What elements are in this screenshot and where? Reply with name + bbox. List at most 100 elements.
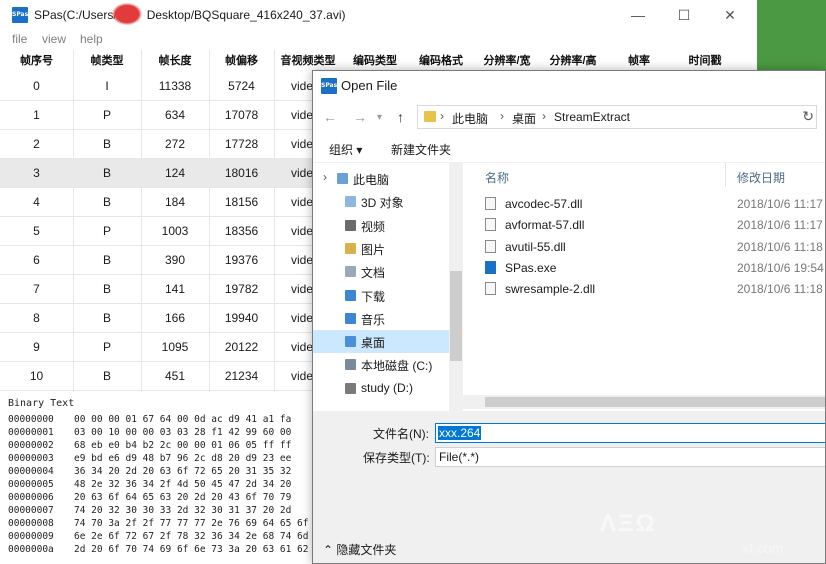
table-cell: 17728 bbox=[224, 137, 259, 151]
menu-view[interactable]: view bbox=[42, 32, 66, 46]
navigation-pane: › 此电脑 3D 对象 视频图片文档下载音乐 桌面 本地磁盘 (C:) study (D:) bbox=[313, 163, 463, 413]
nav-item[interactable]: 下载 bbox=[313, 284, 449, 307]
expand-chevron-icon[interactable]: › bbox=[323, 170, 327, 184]
table-cell: 18156 bbox=[224, 195, 259, 209]
table-cell: 141 bbox=[164, 282, 186, 296]
dialog-titlebar[interactable]: SPas Open File bbox=[313, 71, 825, 101]
hex-bytes: 68 eb e0 b4 b2 2c 00 00 01 06 05 ff ff bbox=[74, 440, 292, 451]
nav-item-label: 此电脑 bbox=[353, 173, 390, 187]
nav-item[interactable]: 文档 bbox=[313, 260, 449, 283]
nav-item[interactable]: 图片 bbox=[313, 237, 449, 260]
nav-item[interactable]: 音乐 bbox=[313, 307, 449, 330]
chevron-right-icon[interactable]: › bbox=[440, 109, 444, 123]
table-cell: vide bbox=[291, 253, 314, 267]
table-cell: vide bbox=[291, 369, 314, 383]
table-cell: vide bbox=[291, 224, 314, 238]
breadcrumb-streamextract[interactable]: StreamExtract bbox=[554, 110, 630, 124]
table-cell: 451 bbox=[164, 369, 186, 383]
col-header-frame-length[interactable]: 帧长度 bbox=[141, 50, 209, 72]
hex-bytes: 36 34 20 2d 20 63 6f 72 65 20 31 35 32 bbox=[74, 466, 292, 477]
col-header-width[interactable]: 分辨率/宽 bbox=[474, 50, 540, 72]
menu-help[interactable]: help bbox=[80, 32, 103, 46]
file-date: 2018/10/6 19:54 bbox=[737, 260, 824, 275]
spas-titlebar[interactable]: SPas SPas(C:/Users/Desktop/BQSquare_416x… bbox=[0, 0, 757, 30]
up-arrow-icon[interactable]: ↑ bbox=[397, 109, 404, 125]
nav-item[interactable]: 视频 bbox=[313, 214, 449, 237]
nav-item-icon bbox=[345, 382, 356, 394]
dialog-app-icon: SPas bbox=[321, 78, 337, 94]
nav-item-label: 下载 bbox=[361, 289, 386, 304]
col-header-frame-index[interactable]: 帧序号 bbox=[0, 50, 73, 72]
col-header-name[interactable]: 名称 bbox=[485, 169, 509, 186]
breadcrumb-desktop[interactable]: 桌面 bbox=[512, 110, 536, 127]
address-bar[interactable]: › 此电脑 › 桌面 › StreamExtract ↻ bbox=[417, 105, 817, 129]
col-header-timestamp[interactable]: 时间戳 bbox=[672, 50, 738, 72]
filetype-value: File(*.*) bbox=[439, 450, 480, 464]
hex-bytes: e9 bd e6 d9 48 b7 96 2c d8 20 d9 23 ee bbox=[74, 453, 292, 464]
hex-bytes: 03 00 10 00 00 03 03 28 f1 42 99 60 00 bbox=[74, 427, 292, 438]
filename-input[interactable]: xxx.264 bbox=[435, 423, 825, 443]
hex-offset: 0000000a bbox=[8, 544, 54, 555]
filetype-select[interactable]: File(*.*) bbox=[435, 447, 825, 467]
hex-offset: 00000002 bbox=[8, 440, 54, 451]
table-cell: vide bbox=[291, 137, 314, 151]
nav-item[interactable]: 桌面 bbox=[313, 330, 449, 354]
nav-item[interactable]: 3D 对象 bbox=[313, 190, 449, 213]
nav-item-label: 图片 bbox=[361, 242, 386, 257]
watermark-site: xf.com bbox=[742, 540, 784, 556]
nav-item[interactable]: › 此电脑 bbox=[313, 167, 449, 190]
recent-dropdown-icon[interactable]: ▾ bbox=[377, 112, 382, 123]
nav-item[interactable]: study (D:) bbox=[313, 377, 449, 400]
col-header-codec-format[interactable]: 编码格式 bbox=[408, 50, 474, 72]
refresh-icon[interactable]: ↻ bbox=[802, 108, 814, 125]
table-cell: 19782 bbox=[224, 282, 259, 296]
table-cell: 11338 bbox=[158, 79, 192, 93]
hide-folders-toggle[interactable]: ⌃ 隐藏文件夹 bbox=[323, 541, 396, 558]
file-item[interactable]: avformat-57.dll 2018/10/6 11:17 bbox=[473, 214, 825, 235]
table-cell: 634 bbox=[164, 108, 186, 122]
nav-scrollbar-thumb[interactable] bbox=[450, 271, 462, 361]
col-header-frame-type[interactable]: 帧类型 bbox=[73, 50, 141, 72]
nav-item-icon bbox=[345, 359, 356, 371]
table-cell: B bbox=[102, 253, 111, 267]
table-cell: P bbox=[102, 224, 111, 238]
file-item[interactable]: SPas.exe 2018/10/6 19:54 bbox=[473, 257, 825, 278]
dll-file-icon bbox=[485, 218, 496, 232]
new-folder-button[interactable]: 新建文件夹 bbox=[391, 141, 451, 158]
chevron-right-icon[interactable]: › bbox=[542, 109, 546, 123]
organize-button[interactable]: 组织 ▾ bbox=[329, 141, 362, 158]
forward-arrow-icon[interactable]: → bbox=[353, 109, 367, 125]
chevron-right-icon[interactable]: › bbox=[500, 109, 504, 123]
col-header-frame-offset[interactable]: 帧偏移 bbox=[209, 50, 274, 72]
file-list-hscrollbar-thumb[interactable] bbox=[485, 397, 825, 407]
col-header-codec-type[interactable]: 编码类型 bbox=[342, 50, 408, 72]
breadcrumb-this-pc[interactable]: 此电脑 bbox=[452, 110, 488, 127]
minimize-button[interactable]: — bbox=[615, 0, 661, 30]
title-path-suffix: Desktop/BQSquare_416x240_37.avi) bbox=[146, 8, 346, 22]
dll-file-icon bbox=[485, 197, 496, 210]
nav-item-icon bbox=[337, 173, 348, 184]
redaction-scribble bbox=[112, 3, 142, 25]
hex-offset: 00000009 bbox=[8, 531, 54, 542]
table-cell: I bbox=[105, 79, 109, 93]
maximize-button[interactable]: ☐ bbox=[661, 0, 707, 30]
file-item[interactable]: swresample-2.dll 2018/10/6 11:18 bbox=[473, 278, 825, 299]
menu-file[interactable]: file bbox=[12, 32, 27, 46]
back-arrow-icon[interactable]: ← bbox=[323, 109, 337, 125]
hex-bytes: 74 20 32 30 30 33 2d 32 30 31 37 20 2d bbox=[74, 505, 292, 516]
nav-item[interactable]: 本地磁盘 (C:) bbox=[313, 353, 449, 376]
hex-bytes: 6e 2e 6f 72 67 2f 78 32 36 34 2e 68 74 6… bbox=[74, 531, 343, 542]
col-header-framerate[interactable]: 帧率 bbox=[606, 50, 672, 72]
col-header-av-type[interactable]: 音视频类型 bbox=[274, 50, 342, 72]
filetype-label: 保存类型(T): bbox=[363, 451, 430, 465]
hex-offset: 00000005 bbox=[8, 479, 54, 490]
file-item[interactable]: avcodec-57.dll 2018/10/6 11:17 bbox=[473, 193, 825, 214]
file-item[interactable]: avutil-55.dll 2018/10/6 11:18 bbox=[473, 236, 825, 257]
close-button[interactable]: ✕ bbox=[707, 0, 753, 30]
title-path-prefix: SPas(C:/Users/ bbox=[34, 8, 117, 22]
col-header-height[interactable]: 分辨率/高 bbox=[540, 50, 606, 72]
nav-item-icon bbox=[345, 196, 356, 208]
col-header-modified-date[interactable]: 修改日期 bbox=[737, 169, 785, 186]
table-cell: 390 bbox=[164, 253, 186, 267]
nav-item-icon bbox=[345, 336, 356, 348]
